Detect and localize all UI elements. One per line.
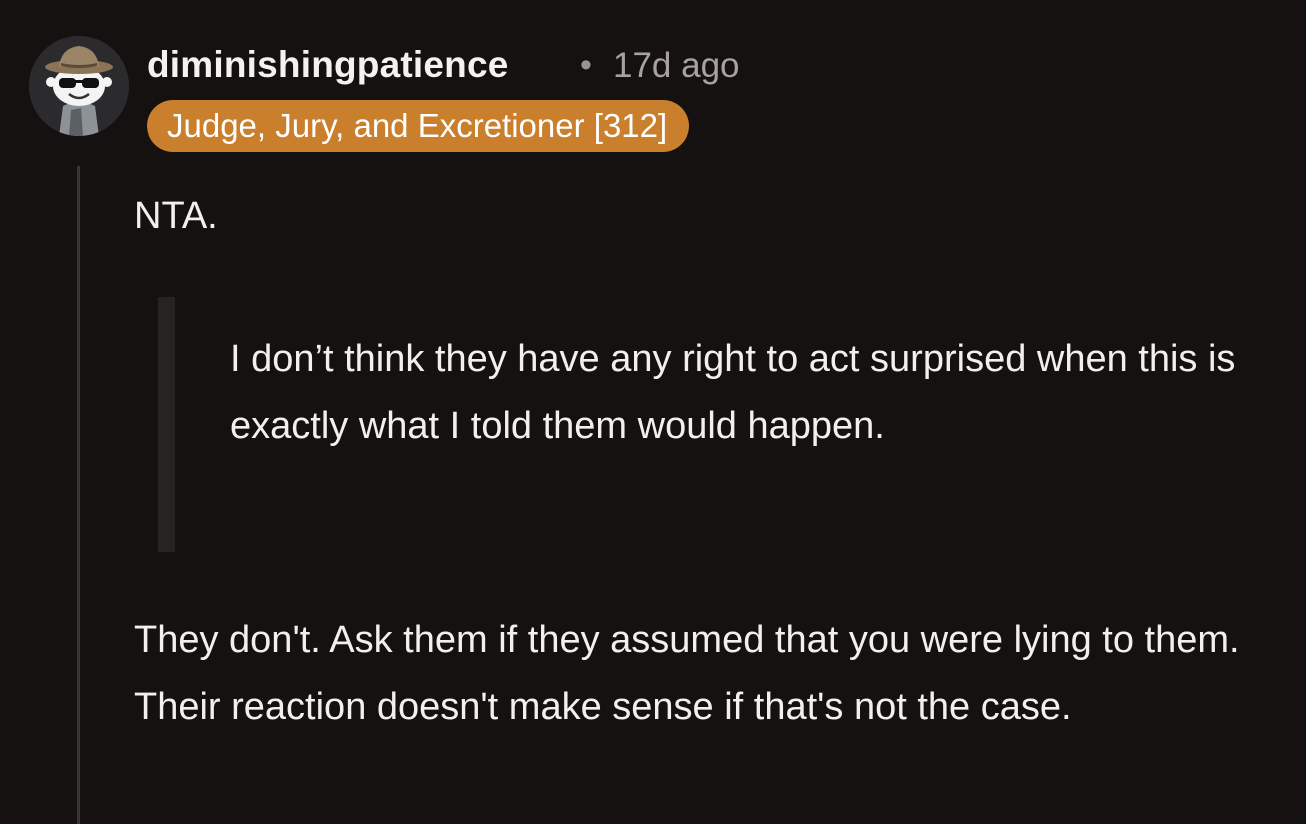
user-flair: Judge, Jury, and Excretioner [312] <box>147 100 690 152</box>
comment-paragraph: They don't. Ask them if they assumed tha… <box>134 619 1240 728</box>
author-username[interactable]: diminishingpatience <box>147 44 509 86</box>
user-avatar[interactable] <box>29 36 129 136</box>
thread-line[interactable] <box>77 166 80 824</box>
separator-dot: • <box>580 46 592 84</box>
blockquote-bar <box>158 297 175 552</box>
comment-paragraph: NTA. <box>134 195 218 237</box>
snoo-avatar-icon <box>29 36 129 136</box>
comment: diminishingpatience • 17d ago Judge, Jur… <box>0 0 1306 824</box>
comment-timestamp[interactable]: 17d ago <box>613 46 740 86</box>
blockquote-text: I don’t think they have any right to act… <box>230 338 1236 447</box>
